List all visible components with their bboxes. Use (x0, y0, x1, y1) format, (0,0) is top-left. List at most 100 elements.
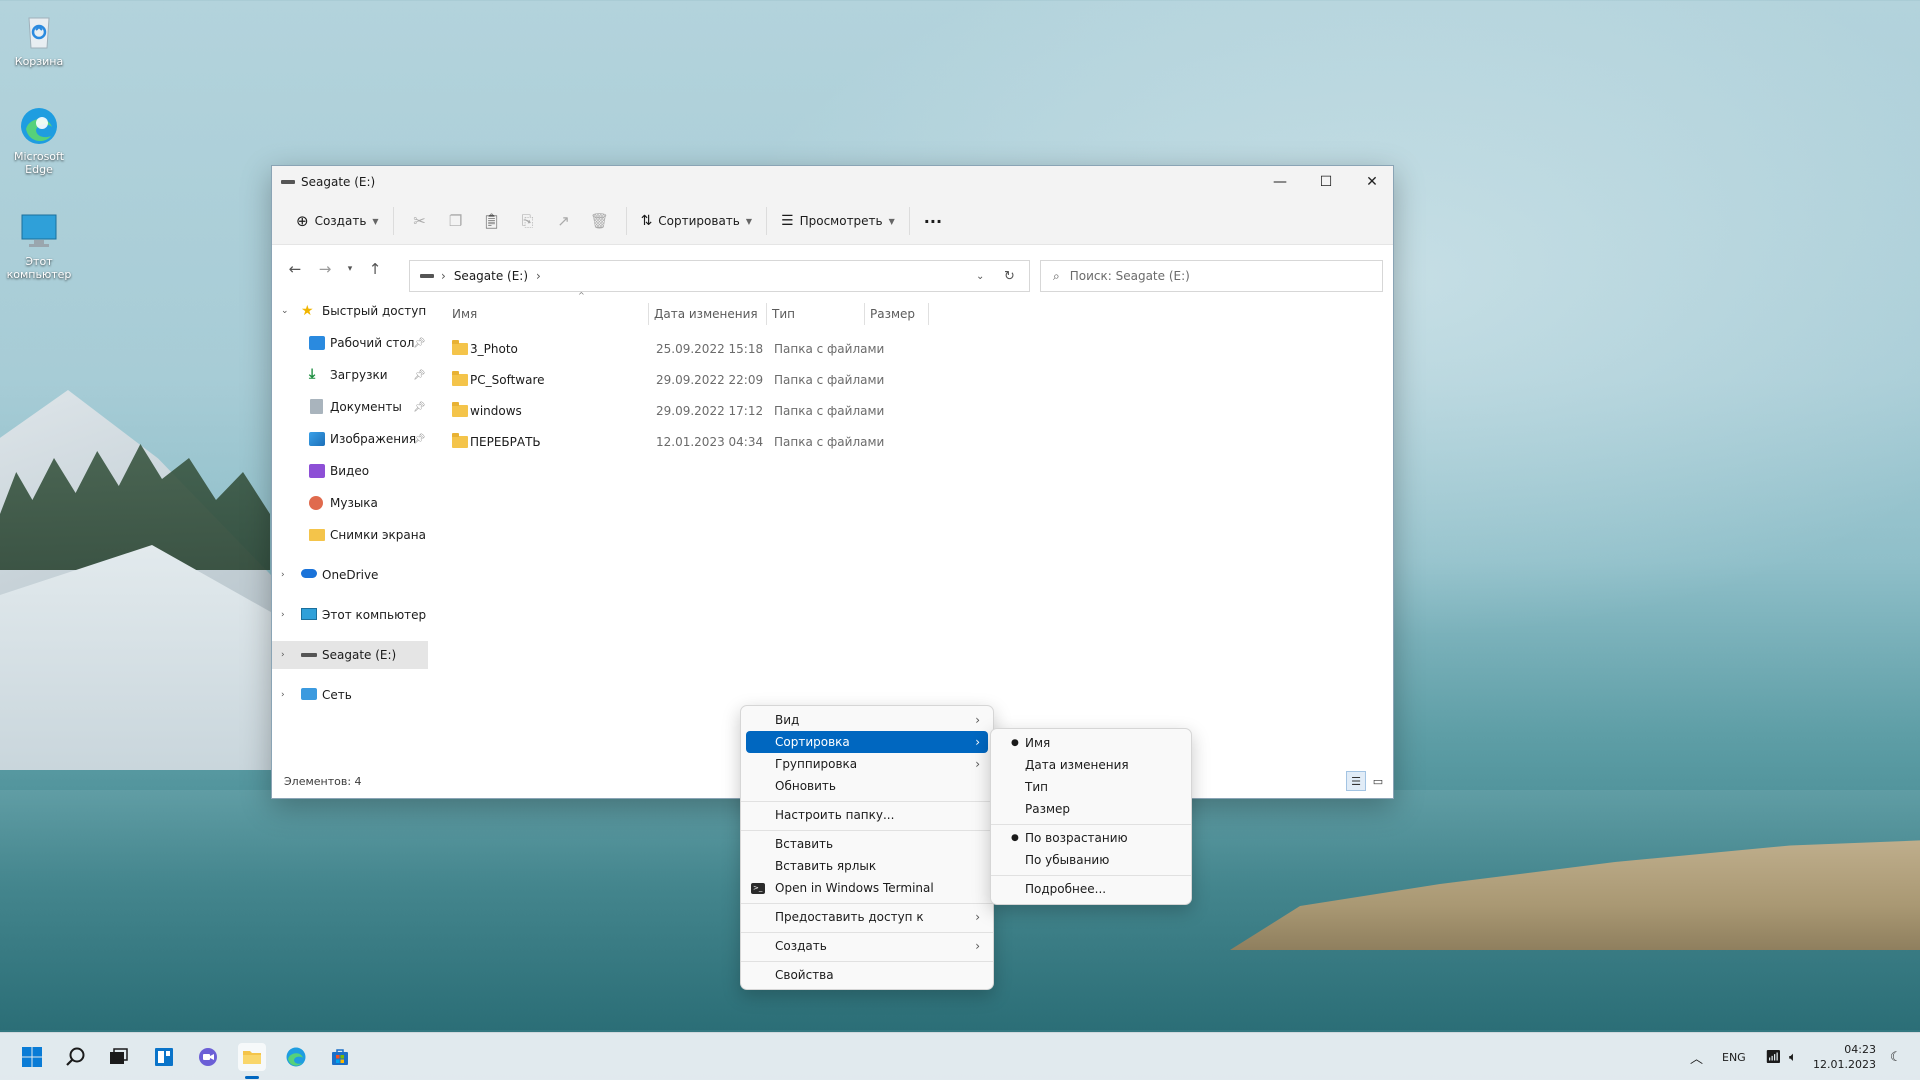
file-name: ПЕРЕБРАТЬ (470, 435, 541, 449)
clock[interactable]: 04:23 12.01.2023 (1813, 1033, 1876, 1080)
more-options-button[interactable]: ··· (918, 205, 948, 237)
nav-item-documents[interactable]: Документы 📌︎ (272, 393, 428, 421)
address-dropdown-icon[interactable]: ⌄ (976, 271, 984, 282)
column-header-date[interactable]: Дата изменения (654, 303, 758, 325)
breadcrumb-chevron-icon: › (536, 269, 541, 283)
desktop-icon-recycle-bin[interactable]: Корзина (4, 10, 74, 68)
desktop-icon-edge[interactable]: Microsoft Edge (4, 105, 74, 176)
nav-onedrive[interactable]: › OneDrive (272, 561, 428, 589)
menu-item-paste[interactable]: Вставить (746, 833, 988, 855)
tiles-view-icon[interactable]: ▭ (1368, 771, 1388, 791)
nav-label: Документы (330, 400, 402, 414)
menu-item-customize-folder[interactable]: Настроить папку... (746, 804, 988, 826)
nav-label: Рабочий стол (330, 336, 415, 350)
language-indicator[interactable]: ENG (1722, 1033, 1746, 1080)
expand-chevron-icon[interactable]: › (281, 690, 291, 700)
menu-label: Дата изменения (1025, 758, 1129, 772)
menu-item-view[interactable]: Вид › (746, 709, 988, 731)
menu-item-group[interactable]: Группировка › (746, 753, 988, 775)
widgets-icon[interactable] (150, 1043, 178, 1071)
sort-option-type[interactable]: Тип (996, 776, 1186, 798)
expand-chevron-icon[interactable]: ⌄ (281, 306, 291, 316)
up-arrow-icon[interactable]: ↑ (360, 254, 390, 284)
show-hidden-icons-chevron-icon[interactable]: ︿ (1690, 1033, 1703, 1080)
expand-chevron-icon[interactable]: › (281, 610, 291, 620)
column-separator[interactable] (648, 303, 649, 325)
file-row[interactable]: PC_Software 29.09.2022 22:09 Папка с фай… (438, 368, 998, 394)
sort-option-descending[interactable]: По убыванию (996, 849, 1186, 871)
nav-item-music[interactable]: Музыка (272, 489, 428, 517)
maximize-button[interactable]: ☐ (1303, 166, 1349, 198)
menu-item-new[interactable]: Создать › (746, 935, 988, 957)
nav-item-desktop[interactable]: Рабочий стол 📌︎ (272, 329, 428, 357)
sort-option-name[interactable]: ● Имя (996, 732, 1186, 754)
copy-icon[interactable]: ❐ (438, 205, 474, 237)
nav-this-pc[interactable]: › Этот компьютер (272, 601, 428, 629)
sort-button[interactable]: ⇅ Сортировать ▼ (635, 205, 758, 237)
sort-option-size[interactable]: Размер (996, 798, 1186, 820)
file-name: windows (470, 404, 522, 418)
downloads-icon: ⤓ (309, 366, 316, 382)
search-input[interactable]: ⌕ Поиск: Seagate (E:) (1040, 260, 1383, 292)
column-header-type[interactable]: Тип (772, 303, 795, 325)
back-arrow-icon[interactable]: ← (280, 254, 310, 284)
menu-item-sort[interactable]: Сортировка › (746, 731, 988, 753)
forward-arrow-icon[interactable]: → (310, 254, 340, 284)
expand-chevron-icon[interactable]: › (281, 570, 291, 580)
search-icon[interactable] (62, 1043, 90, 1071)
file-explorer-icon[interactable] (238, 1043, 266, 1071)
nav-label: Этот компьютер (322, 608, 427, 622)
refresh-icon[interactable]: ↻ (1004, 269, 1015, 284)
breadcrumb-drive[interactable]: Seagate (E:) (454, 269, 528, 283)
folder-icon (452, 402, 468, 417)
sort-option-more[interactable]: Подробнее... (996, 878, 1186, 900)
nav-network[interactable]: › Сеть (272, 681, 428, 709)
menu-item-refresh[interactable]: Обновить (746, 775, 988, 797)
title-bar[interactable]: Seagate (E:) — ☐ ✕ (272, 166, 1393, 198)
nav-item-screenshots[interactable]: Снимки экрана (272, 521, 428, 549)
nav-item-pictures[interactable]: Изображения 📌︎ (272, 425, 428, 453)
menu-item-properties[interactable]: Свойства (746, 964, 988, 986)
close-button[interactable]: ✕ (1349, 166, 1395, 198)
file-row[interactable]: windows 29.09.2022 17:12 Папка с файлами (438, 399, 998, 425)
create-button[interactable]: ⊕ Создать ▼ (290, 205, 385, 237)
file-row[interactable]: 3_Photo 25.09.2022 15:18 Папка с файлами (438, 337, 998, 363)
delete-icon[interactable]: 🗑︎ (582, 205, 618, 237)
menu-item-open-terminal[interactable]: >_ Open in Windows Terminal (746, 877, 988, 899)
edge-icon[interactable] (282, 1043, 310, 1071)
paste-icon[interactable]: 📋︎ (474, 205, 510, 237)
cut-icon[interactable]: ✂ (402, 205, 438, 237)
view-button[interactable]: ☰ Просмотреть ▼ (775, 205, 901, 237)
recent-locations-chevron-icon[interactable]: ▾ (340, 254, 360, 284)
minimize-button[interactable]: — (1257, 166, 1303, 198)
focus-moon-icon[interactable]: ☾ (1890, 1033, 1902, 1080)
menu-item-give-access[interactable]: Предоставить доступ к › (746, 906, 988, 928)
store-icon[interactable] (326, 1043, 354, 1071)
rename-icon[interactable]: ⎘ (510, 205, 546, 237)
column-header-name[interactable]: Имя (452, 303, 477, 325)
desktop-icon-this-pc[interactable]: Этот компьютер (4, 210, 74, 281)
nav-item-videos[interactable]: Видео (272, 457, 428, 485)
column-separator[interactable] (928, 303, 929, 325)
menu-item-paste-shortcut[interactable]: Вставить ярлык (746, 855, 988, 877)
nav-quick-access[interactable]: ⌄ ★ Быстрый доступ (272, 297, 428, 325)
nav-drive-seagate[interactable]: › Seagate (E:) (272, 641, 428, 669)
file-date: 25.09.2022 15:18 (656, 342, 764, 356)
share-icon[interactable]: ↗ (546, 205, 582, 237)
wifi-icon[interactable]: 📶︎ (1765, 1033, 1782, 1080)
column-separator[interactable] (864, 303, 865, 325)
volume-icon[interactable]: 🔈︎ (1789, 1033, 1797, 1080)
expand-chevron-icon[interactable]: › (281, 650, 291, 660)
address-bar[interactable]: › Seagate (E:) › ⌄ ↻ (409, 260, 1030, 292)
sort-ascending-icon: ^ (578, 291, 585, 300)
nav-item-downloads[interactable]: ⤓ Загрузки 📌︎ (272, 361, 428, 389)
file-row[interactable]: ПЕРЕБРАТЬ 12.01.2023 04:34 Папка с файла… (438, 430, 998, 456)
column-header-size[interactable]: Размер (870, 303, 915, 325)
chat-icon[interactable] (194, 1043, 222, 1071)
column-separator[interactable] (766, 303, 767, 325)
start-icon[interactable] (18, 1043, 46, 1071)
details-view-icon[interactable]: ☰ (1346, 771, 1366, 791)
sort-option-date[interactable]: Дата изменения (996, 754, 1186, 776)
sort-option-ascending[interactable]: ● По возрастанию (996, 827, 1186, 849)
task-view-icon[interactable] (104, 1043, 132, 1071)
